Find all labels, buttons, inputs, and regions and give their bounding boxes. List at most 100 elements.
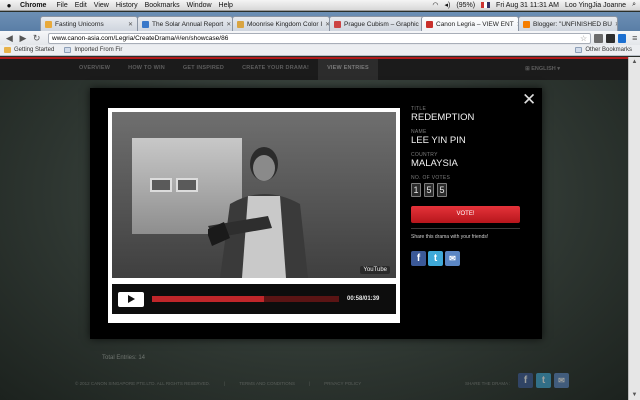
tab-label: The Solar Annual Report [152,20,224,28]
tab-canon-legria[interactable]: Canon Legria – VIEW ENT✕ [421,16,519,31]
play-button[interactable] [118,291,144,307]
menu-chrome[interactable]: Chrome [18,2,56,9]
clock[interactable]: Fri Aug 31 11:31 AM [496,2,559,9]
video-window [150,178,172,192]
tab-label: Fasting Unicorns [55,20,104,28]
menu-bookmarks[interactable]: Bookmarks [145,2,187,9]
close-tab-icon[interactable]: ✕ [223,21,231,28]
vote-button[interactable]: VOTE! [411,206,520,223]
page-scrollbar[interactable]: ▲ ▼ [628,57,640,400]
input-flag-icon[interactable] [481,2,491,8]
nav-create-drama[interactable]: CREATE YOUR DRAMA! [233,57,318,80]
extension-icon[interactable] [605,33,615,43]
nav-overview[interactable]: OVERVIEW [70,57,119,80]
email-icon[interactable]: ✉ [445,251,460,266]
extension-icon[interactable] [617,33,627,43]
folder-icon [575,47,583,53]
tab-favicon-icon [237,20,244,28]
menubar-status-area: ◠ ◂) (95%) Fri Aug 31 11:31 AM Loo YingJ… [432,1,640,9]
back-icon[interactable]: ◀ [4,33,15,44]
menu-edit[interactable]: Edit [75,2,94,9]
address-url[interactable]: www.canon-asia.com/Legria/CreateDrama/#/… [52,35,228,42]
votes-label: NO. OF VOTES [411,175,451,181]
extension-icon[interactable] [594,33,603,43]
tab-favicon-icon [523,20,530,28]
folder-icon [64,47,72,53]
bookmark-label: Getting Started [14,47,55,53]
page-footer: © 2012 CANON SINGAPORE PTE.LTD. ALL RIGH… [75,381,361,386]
twitter-icon[interactable]: t [536,373,551,388]
firefox-icon [4,47,11,53]
share-buttons: f t ✉ [411,251,521,266]
wifi-icon[interactable]: ◠ [432,1,438,9]
tab-favicon-icon [142,20,149,28]
spotlight-icon[interactable]: ⌕ [632,1,636,9]
twitter-icon[interactable]: t [428,251,443,266]
battery-status[interactable]: (95%) [456,2,475,9]
tab-fasting-unicorns[interactable]: Fasting Unicorns ✕ [40,16,138,31]
entry-modal: ✕ YouTube 00:58/01:39 TITLE REDEMPTION N… [90,88,542,339]
total-entries: Total Entries: 14 [102,355,146,361]
email-icon[interactable]: ✉ [554,373,569,388]
bookmarks-bar: Getting Started Imported From Fir Other … [0,45,640,56]
brand-bar [0,57,628,59]
tab-favicon-icon [334,20,341,28]
menu-file[interactable]: File [56,2,74,9]
forward-icon[interactable]: ▶ [18,33,29,44]
menu-view[interactable]: View [94,2,116,9]
nav-view-entries[interactable]: VIEW ENTRIES [318,57,378,80]
language-select[interactable]: ⊞ ENGLISH ▾ [525,66,560,72]
entry-name: LEE YIN PIN [411,135,466,146]
close-tab-icon[interactable]: ✕ [514,21,518,28]
tab-blogger[interactable]: Blogger: "UNFINISHED BU✕ [518,16,618,31]
scroll-down-icon[interactable]: ▼ [629,392,640,398]
share-drama-label: SHARE THE DRAMA : [465,381,511,386]
vote-digit: 5 [424,183,434,197]
address-bar[interactable]: www.canon-asia.com/Legria/CreateDrama/#/… [48,32,592,44]
video-frame[interactable]: YouTube [112,112,396,278]
menu-help[interactable]: Help [219,2,240,9]
nav-get-inspired[interactable]: GET INSPIRED [174,57,233,80]
video-progress-fill [152,296,265,302]
nav-how-to-win[interactable]: HOW TO WIN [119,57,174,80]
facebook-icon[interactable]: f [518,373,533,388]
vote-digit: 1 [411,183,421,197]
divider [411,228,520,229]
user-name[interactable]: Loo YingJia Joanne [565,2,626,9]
video-progress-bar[interactable] [152,296,339,302]
tab-label: Canon Legria – VIEW ENT [436,20,514,28]
close-icon[interactable]: ✕ [522,92,536,109]
browser-toolbar: ◀ ▶ ↻ www.canon-asia.com/Legria/CreateDr… [0,31,640,45]
close-tab-icon[interactable]: ✕ [612,21,617,28]
tab-moonrise-kingdom[interactable]: Moonrise Kingdom Color I ✕ [232,16,330,31]
privacy-link[interactable]: PRIVACY POLICY [324,381,361,386]
entry-info: TITLE REDEMPTION NAME LEE YIN PIN COUNTR… [411,106,521,266]
close-tab-icon[interactable]: ✕ [125,21,133,28]
bookmark-getting-started[interactable]: Getting Started [4,47,54,53]
share-prompt: Share this drama with your friends! [411,234,489,240]
vote-counter: 1 5 5 [411,183,521,197]
bookmark-star-icon[interactable]: ☆ [580,34,590,43]
youtube-logo[interactable]: YouTube [360,266,390,274]
volume-icon[interactable]: ◂) [445,1,451,9]
copyright-text: © 2012 CANON SINGAPORE PTE.LTD. ALL RIGH… [75,381,211,386]
tab-favicon-icon [426,20,433,28]
reload-icon[interactable]: ↻ [31,33,42,44]
terms-link[interactable]: TERMS AND CONDITIONS [239,381,295,386]
menu-window[interactable]: Window [187,2,219,9]
play-icon [128,295,135,303]
tab-label: Moonrise Kingdom Color I [247,20,323,28]
apple-menu-icon[interactable]: ● [0,1,18,10]
menu-history[interactable]: History [116,2,145,9]
bookmark-other-folder[interactable]: Other Bookmarks [575,47,640,53]
bookmark-imported-folder[interactable]: Imported From Fir [64,47,122,53]
entry-country: MALAYSIA [411,158,458,169]
facebook-icon[interactable]: f [411,251,426,266]
tab-solar-report[interactable]: The Solar Annual Report ✕ [137,16,233,31]
site-nav: OVERVIEW HOW TO WIN GET INSPIRED CREATE … [0,57,628,80]
bookmark-label: Imported From Fir [74,47,123,53]
tab-prague-cubism[interactable]: Prague Cubism – Graphic✕ [329,16,425,31]
wrench-icon[interactable]: ≡ [629,33,640,44]
tab-label: Prague Cubism – Graphic [344,20,419,28]
scroll-up-icon[interactable]: ▲ [629,59,640,65]
